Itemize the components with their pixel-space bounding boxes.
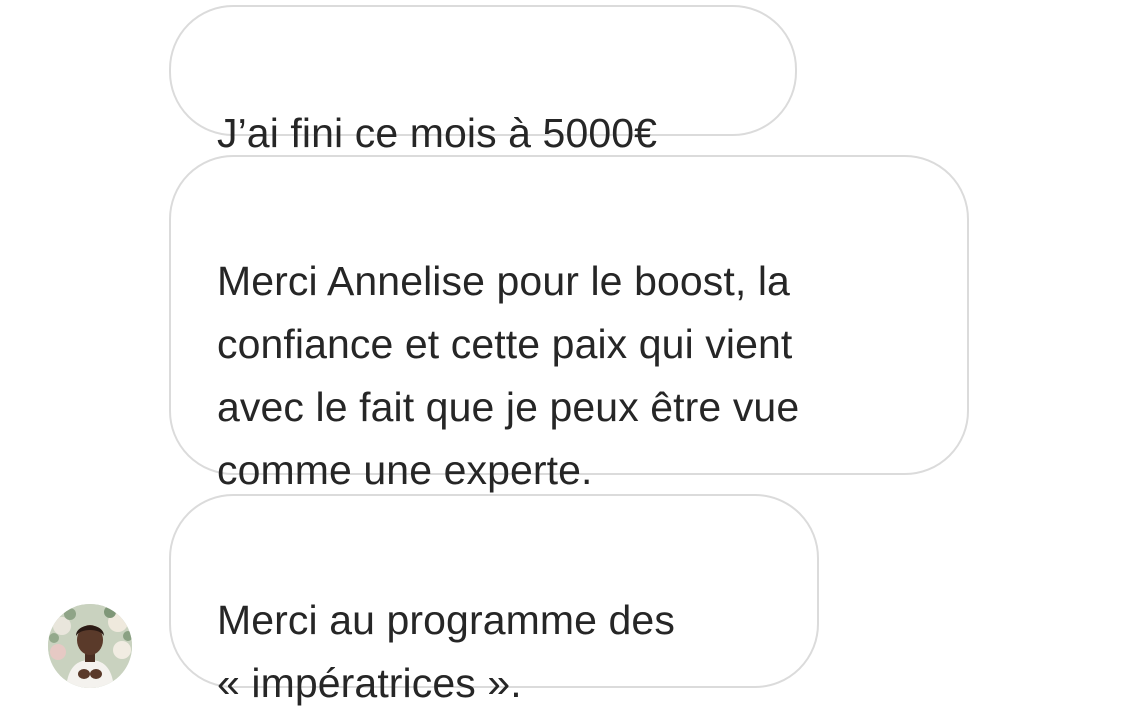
message-thread: J’ai fini ce mois à 5000€ Merci Annelise… (0, 0, 1125, 706)
message-bubble[interactable]: J’ai fini ce mois à 5000€ (169, 5, 797, 156)
message-text: Merci au programme des « impératrices ». (217, 597, 675, 706)
message-bubble[interactable]: Merci au programme des « impératrices ». (169, 494, 819, 706)
message-bubble[interactable]: Merci Annelise pour le boost, la confian… (169, 155, 969, 493)
sender-avatar[interactable] (48, 604, 132, 688)
profile-photo-icon (48, 604, 132, 688)
message-text: J’ai fini ce mois à 5000€ (217, 110, 658, 156)
message-text: Merci Annelise pour le boost, la confian… (217, 258, 800, 493)
